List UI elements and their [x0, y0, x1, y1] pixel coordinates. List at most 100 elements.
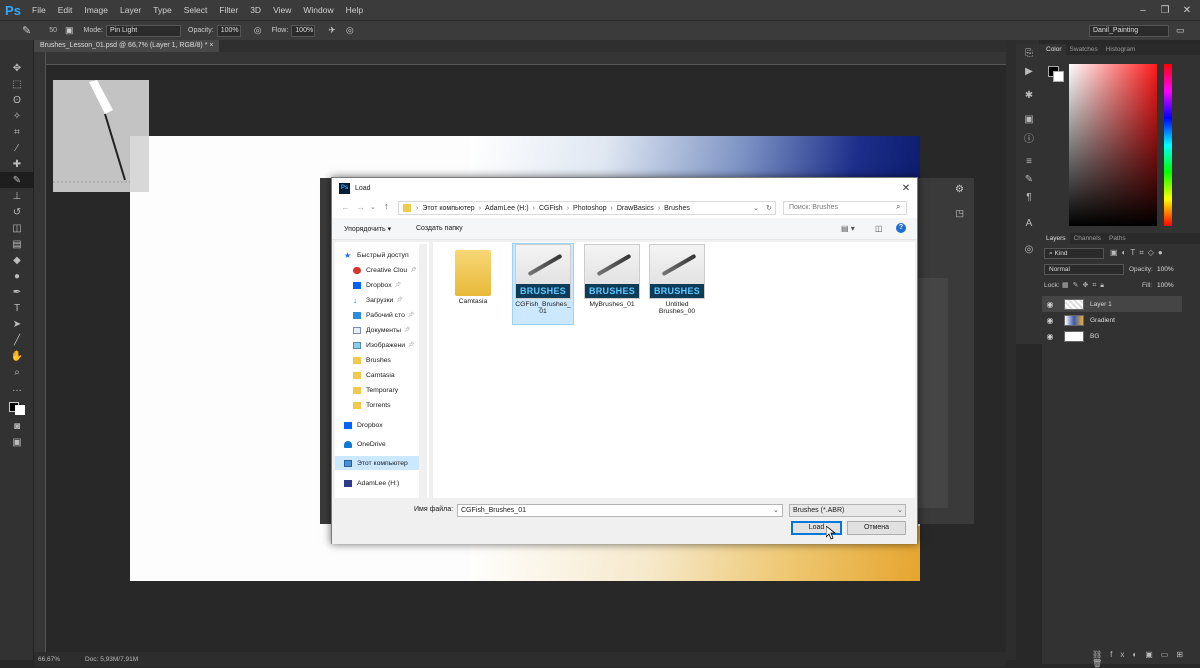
- blur-tool-icon[interactable]: ◆: [0, 252, 34, 268]
- color-swatches-icon[interactable]: [0, 396, 34, 418]
- clone-stamp-tool-icon[interactable]: ⊥: [0, 188, 34, 204]
- forward-arrow-icon[interactable]: →: [356, 202, 365, 212]
- menu-3d[interactable]: 3D: [244, 0, 267, 20]
- workspace-icon[interactable]: ▭: [1176, 25, 1185, 36]
- nav-item-drive-h[interactable]: AdamLee (H:): [344, 476, 399, 490]
- tab-histogram[interactable]: Histogram: [1102, 44, 1140, 55]
- crop-tool-icon[interactable]: ⌗: [0, 124, 34, 140]
- document-size[interactable]: Doc: 5,93M/7,91M: [85, 652, 138, 667]
- opacity-input[interactable]: 100%: [216, 24, 241, 37]
- info-icon[interactable]: ⓘ: [1016, 128, 1042, 146]
- layer-row[interactable]: ◉ BG: [1042, 328, 1182, 344]
- preset-list[interactable]: [918, 278, 948, 508]
- screen-mode-icon[interactable]: ▣: [0, 434, 34, 450]
- brush-panel-icon[interactable]: ▣: [65, 25, 74, 36]
- menu-edit[interactable]: Edit: [52, 0, 79, 20]
- layer-filter-icons[interactable]: ▣◐T⌗◇●: [1110, 248, 1167, 258]
- menu-file[interactable]: File: [26, 0, 52, 20]
- actions-icon[interactable]: ▶: [1016, 62, 1042, 80]
- nav-item-desktop[interactable]: Рабочий сто 📌︎: [353, 308, 414, 322]
- marquee-tool-icon[interactable]: ⬚: [0, 76, 34, 92]
- filename-dropdown-icon[interactable]: ⌄: [773, 506, 779, 514]
- nav-item-dropbox-root[interactable]: Dropbox: [344, 418, 383, 432]
- vertical-ruler[interactable]: [34, 52, 46, 652]
- close-window-icon[interactable]: ✕: [1176, 0, 1198, 20]
- preview-pane-icon[interactable]: ◫: [875, 224, 883, 233]
- brush-tool-icon[interactable]: ✎: [22, 24, 31, 37]
- cancel-button[interactable]: Отмена: [847, 521, 906, 535]
- breadcrumb-item[interactable]: Этот компьютер: [419, 205, 477, 212]
- view-options-icon[interactable]: ▤ ▾: [841, 224, 855, 233]
- address-bar[interactable]: › Этот компьютер › AdamLee (H:) › CGFish › P…: [398, 201, 776, 215]
- file-item-cgfish-brushes[interactable]: BRUSHES CGFish_Brushes_ 01: [512, 244, 574, 315]
- breadcrumb-item[interactable]: CGFish: [536, 205, 566, 212]
- lasso-tool-icon[interactable]: ʘ: [0, 92, 34, 108]
- styles-icon[interactable]: ◎: [1016, 240, 1042, 258]
- tab-layers[interactable]: Layers: [1042, 233, 1070, 244]
- visibility-icon[interactable]: ◉: [1042, 316, 1058, 325]
- hue-slider[interactable]: [1164, 64, 1172, 226]
- refresh-icon[interactable]: ↻: [766, 204, 772, 212]
- line-tool-icon[interactable]: ╱: [0, 332, 34, 348]
- history-icon[interactable]: ⎘: [1016, 44, 1042, 62]
- new-preset-icon[interactable]: ◳: [955, 208, 964, 219]
- close-tab-icon[interactable]: ×: [209, 42, 213, 49]
- tab-swatches[interactable]: Swatches: [1066, 44, 1102, 55]
- menu-filter[interactable]: Filter: [213, 0, 244, 20]
- recent-chevron-icon[interactable]: ⌄: [370, 203, 376, 211]
- organize-button[interactable]: Упорядочить ▾: [344, 225, 391, 233]
- eraser-tool-icon[interactable]: ◫: [0, 220, 34, 236]
- breadcrumb-item[interactable]: DrawBasics: [614, 205, 657, 212]
- gradient-tool-icon[interactable]: ▤: [0, 236, 34, 252]
- dialog-title-bar[interactable]: Ps Load ✕: [332, 178, 917, 198]
- adjustments-icon[interactable]: ✱: [1016, 86, 1042, 104]
- fill-value[interactable]: 100%: [1157, 282, 1174, 289]
- nav-item-this-pc[interactable]: Этот компьютер: [344, 456, 408, 470]
- filetype-select[interactable]: Brushes (*.ABR): [789, 504, 906, 517]
- tab-channels[interactable]: Channels: [1070, 233, 1105, 244]
- menu-select[interactable]: Select: [178, 0, 214, 20]
- move-tool-icon[interactable]: ✥: [0, 60, 34, 76]
- new-folder-button[interactable]: Создать папку: [416, 225, 463, 232]
- layers-footer-icons[interactable]: ⛓fx◐▣▭⊞🗑︎: [1042, 650, 1200, 668]
- nav-item-dropbox[interactable]: Dropbox 📌︎: [353, 278, 401, 292]
- panel-dock-handle[interactable]: [1006, 40, 1016, 660]
- more-tools-icon[interactable]: …: [0, 380, 34, 396]
- properties-icon[interactable]: ▣: [1016, 110, 1042, 128]
- healing-tool-icon[interactable]: ✚: [0, 156, 34, 172]
- address-dropdown-icon[interactable]: ⌄: [753, 204, 759, 212]
- nav-item-quick-access[interactable]: ★ Быстрый доступ: [344, 248, 409, 262]
- horizontal-ruler[interactable]: [46, 52, 1006, 65]
- nav-item-torrents[interactable]: Torrents: [353, 398, 391, 412]
- file-item-mybrushes[interactable]: BRUSHES MyBrushes_01: [581, 244, 643, 308]
- workspace-select[interactable]: Danil_Painting: [1089, 24, 1169, 37]
- layer-row[interactable]: ◉ Layer 1: [1042, 296, 1182, 312]
- zoom-level[interactable]: 66,67%: [38, 652, 60, 667]
- search-input[interactable]: Поиск: Brushes: [783, 201, 907, 215]
- pen-tool-icon[interactable]: ✒: [0, 284, 34, 300]
- history-brush-tool-icon[interactable]: ↺: [0, 204, 34, 220]
- zoom-tool-icon[interactable]: ⌕: [0, 364, 34, 380]
- mode-select[interactable]: Pin Light: [106, 24, 181, 37]
- file-item-camtasia[interactable]: Camtasia: [442, 244, 504, 305]
- layer-opacity-value[interactable]: 100%: [1157, 266, 1174, 273]
- gear-icon[interactable]: ⚙: [955, 184, 964, 195]
- eyedropper-tool-icon[interactable]: ⁄: [0, 140, 34, 156]
- visibility-icon[interactable]: ◉: [1042, 332, 1058, 341]
- filetype-dropdown-icon[interactable]: ⌄: [897, 506, 903, 514]
- breadcrumb-item[interactable]: Photoshop: [570, 205, 609, 212]
- airbrush-icon[interactable]: ✈: [328, 25, 336, 36]
- character-icon[interactable]: A: [1016, 214, 1042, 232]
- minimize-icon[interactable]: –: [1132, 0, 1154, 20]
- brush-size[interactable]: 50: [49, 27, 57, 34]
- search-icon[interactable]: ⌕: [896, 202, 900, 212]
- nav-item-camtasia[interactable]: Camtasia: [353, 368, 395, 382]
- file-item-untitled-brushes[interactable]: BRUSHES Untitled Brushes_00: [646, 244, 708, 315]
- dialog-close-icon[interactable]: ✕: [895, 178, 917, 198]
- up-arrow-icon[interactable]: ↑: [384, 201, 389, 211]
- color-picker-field[interactable]: [1069, 64, 1157, 226]
- nav-item-creative-cloud[interactable]: Creative Clou 📌︎: [353, 263, 417, 277]
- back-arrow-icon[interactable]: ←: [341, 202, 350, 212]
- breadcrumb-item[interactable]: Brushes: [661, 205, 693, 212]
- document-tab[interactable]: Brushes_Lesson_01.psd @ 66,7% (Layer 1, …: [34, 40, 220, 52]
